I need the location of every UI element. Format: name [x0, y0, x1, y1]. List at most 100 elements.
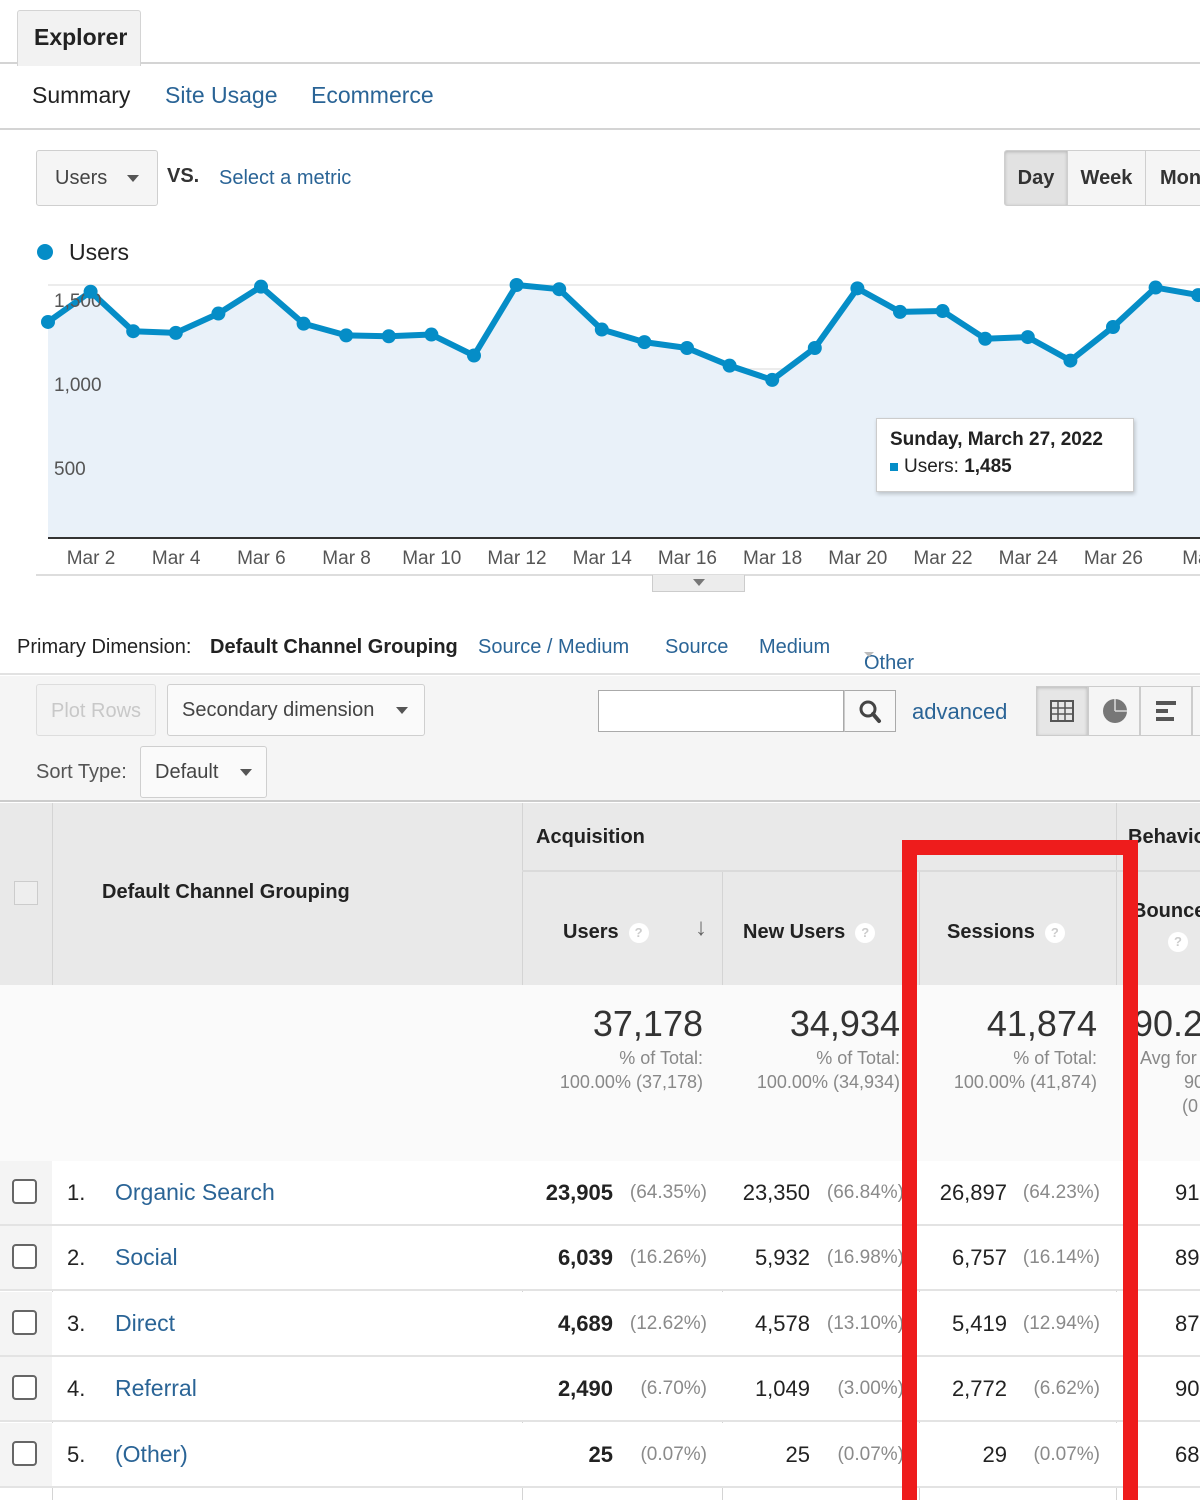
help-icon[interactable]: ? [628, 922, 649, 943]
data-point-mar-19[interactable] [807, 341, 822, 355]
data-point-mar-26[interactable] [1106, 320, 1120, 334]
cell-users: 4,689 [557, 1310, 613, 1336]
tab-explorer[interactable]: Explorer [17, 10, 141, 66]
data-point-mar-25[interactable] [1063, 353, 1078, 368]
header-new-users[interactable]: New Users? [743, 921, 876, 944]
data-point-mar-5[interactable] [211, 306, 226, 321]
view-table-button[interactable] [1036, 686, 1088, 736]
select-all-checkbox[interactable] [14, 881, 38, 905]
secondary-dimension-label: Secondary dimension [182, 699, 375, 721]
channel-link[interactable]: Organic Search [115, 1179, 275, 1206]
x-tick-label: Mar 4 [152, 548, 201, 569]
data-point-mar-9[interactable] [381, 329, 396, 344]
channel-link[interactable]: Social [115, 1244, 178, 1271]
total-users-pct: % of Total: 100.00% (37,178) [523, 1046, 703, 1094]
data-point-mar-1[interactable] [41, 314, 55, 329]
subtab-site-usage[interactable]: Site Usage [165, 82, 278, 109]
dimension-medium[interactable]: Medium [759, 636, 830, 659]
cell-bounce-rate: 90 [1175, 1376, 1200, 1402]
subtab-summary[interactable]: Summary [32, 82, 130, 109]
cell-new-users-pct: (66.84%) [826, 1182, 904, 1203]
primary-dimension-label: Primary Dimension: [17, 636, 192, 658]
header-users[interactable]: Users? [563, 921, 649, 944]
select-metric-link[interactable]: Select a metric [219, 167, 351, 190]
sort-descending-icon[interactable]: ↓ [695, 914, 707, 942]
data-point-mar-24[interactable] [1020, 330, 1035, 345]
data-point-mar-22[interactable] [935, 304, 950, 319]
sort-type-select[interactable]: Default [140, 746, 267, 798]
header-group-behavior: Behavio [1128, 826, 1200, 848]
help-icon[interactable]: ? [855, 922, 876, 943]
help-icon[interactable]: ? [1168, 932, 1188, 952]
x-tick-label: Mar 6 [237, 548, 286, 569]
row-checkbox[interactable] [12, 1375, 37, 1401]
data-point-mar-11[interactable] [467, 348, 481, 363]
metric-select-value: Users [55, 167, 108, 189]
dimension-source-medium[interactable]: Source / Medium [478, 636, 629, 659]
subtab-ecommerce[interactable]: Ecommerce [311, 82, 434, 109]
granularity-month-button[interactable]: Mon [1145, 150, 1200, 206]
granularity-day-button[interactable]: Day [1004, 150, 1068, 206]
data-point-mar-21[interactable] [893, 304, 907, 319]
cell-users-pct: (16.26%) [629, 1247, 707, 1269]
total-new-users: 34,934 [789, 1003, 900, 1044]
cell-users-pct: (6.70%) [640, 1378, 707, 1400]
row-checkbox[interactable] [12, 1179, 37, 1204]
granularity-week-button[interactable]: Week [1067, 150, 1146, 206]
secondary-dimension-select[interactable]: Secondary dimension [167, 684, 425, 736]
header-bounce-rate[interactable]: Bounce [1132, 900, 1200, 923]
sessions-highlight-box [902, 840, 1138, 1500]
row-checkbox[interactable] [12, 1309, 37, 1335]
header-users-label: Users [563, 921, 619, 943]
data-point-mar-27[interactable] [1148, 280, 1163, 295]
dimension-default-channel-grouping[interactable]: Default Channel Grouping [210, 636, 458, 659]
data-point-mar-23[interactable] [978, 331, 993, 346]
view-pie-button[interactable] [1088, 686, 1140, 736]
table-search-input[interactable] [598, 690, 844, 732]
x-tick-label: Mar 2 [67, 548, 116, 569]
data-point-mar-16[interactable] [680, 341, 694, 355]
data-point-mar-7[interactable] [296, 316, 311, 331]
advanced-filter-link[interactable]: advanced [912, 699, 1007, 725]
header-default-channel-grouping[interactable]: Default Channel Grouping [102, 881, 350, 904]
plot-rows-button[interactable]: Plot Rows [36, 684, 156, 736]
x-tick-label: Mar 10 [402, 548, 461, 569]
data-point-mar-14[interactable] [594, 322, 609, 337]
pct-value: 100.00% (34,934) [756, 1072, 900, 1092]
view-performance-button[interactable] [1140, 686, 1192, 736]
chart-tooltip: Sunday, March 27, 2022 Users: 1,485 [876, 418, 1134, 492]
report-subtabs: Summary Site Usage Ecommerce [0, 64, 1200, 130]
row-checkbox[interactable] [12, 1244, 37, 1270]
data-point-mar-13[interactable] [552, 282, 567, 297]
data-point-mar-3[interactable] [126, 324, 141, 339]
data-point-mar-8[interactable] [339, 328, 354, 343]
chevron-down-icon [126, 175, 139, 183]
row-checkbox[interactable] [12, 1440, 37, 1466]
chevron-down-icon [864, 652, 874, 657]
dimension-source[interactable]: Source [665, 636, 728, 659]
data-point-mar-12[interactable] [509, 278, 524, 292]
search-button[interactable] [844, 690, 896, 732]
data-point-mar-4[interactable] [168, 325, 183, 340]
cell-new-users: 25 [785, 1441, 810, 1467]
data-point-mar-2[interactable] [83, 284, 98, 299]
x-tick-label: Mar 12 [487, 548, 546, 569]
channel-link[interactable]: (Other) [115, 1441, 188, 1468]
view-more-button[interactable] [1192, 686, 1200, 736]
tooltip-date: Sunday, March 27, 2022 [890, 429, 1103, 450]
data-point-mar-17[interactable] [722, 358, 737, 373]
tooltip-value-row: Users: 1,485 [890, 456, 1133, 478]
chart-collapse-handle[interactable] [652, 575, 745, 592]
tooltip-swatch-icon [890, 462, 898, 471]
channel-link[interactable]: Referral [115, 1375, 197, 1402]
data-point-mar-6[interactable] [254, 279, 268, 294]
data-point-mar-10[interactable] [424, 327, 439, 342]
chevron-down-icon [239, 769, 252, 777]
data-point-mar-18[interactable] [765, 372, 780, 387]
users-line-chart[interactable]: Users 5001,0001,500 Mar 2 Mar 4 Mar 6 Mar 8… [0, 230, 1200, 600]
data-point-mar-15[interactable] [637, 335, 652, 350]
metric-select[interactable]: Users [36, 150, 158, 206]
cell-users: 2,490 [557, 1376, 613, 1402]
channel-link[interactable]: Direct [115, 1310, 175, 1337]
data-point-mar-20[interactable] [850, 281, 865, 296]
